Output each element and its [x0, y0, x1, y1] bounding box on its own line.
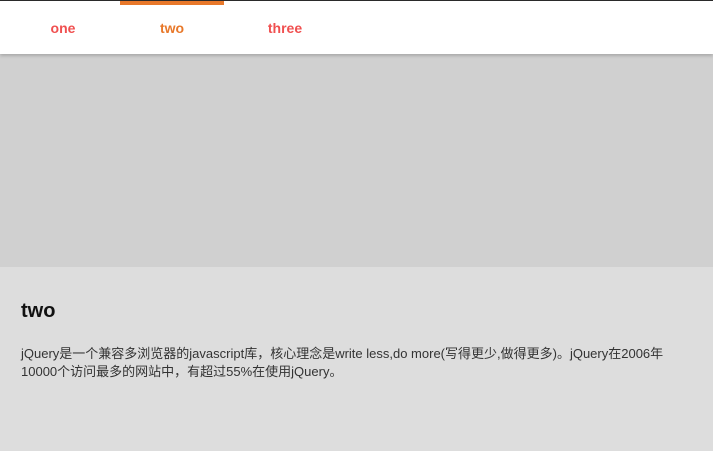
page: one two three two jQuery是一个兼容多浏览器的javasc… — [0, 0, 713, 451]
active-tab-indicator — [120, 1, 224, 5]
content-title: two — [21, 300, 56, 322]
hero-banner — [0, 54, 713, 267]
content-body-line-2: 10000个访问最多的网站中，有超过55%在使用jQuery。 — [21, 364, 343, 379]
tab-bar: one two three — [0, 1, 713, 54]
tab-one-label: one — [50, 19, 76, 36]
content-body-line-1: jQuery是一个兼容多浏览器的javascript库，核心理念是write l… — [21, 346, 664, 361]
tab-two-label: two — [159, 19, 185, 36]
tab-one[interactable]: one — [8, 1, 118, 54]
content-panel: two jQuery是一个兼容多浏览器的javascript库，核心理念是wri… — [0, 267, 713, 451]
tab-three-label: three — [267, 19, 303, 36]
content-body: jQuery是一个兼容多浏览器的javascript库，核心理念是write l… — [21, 345, 713, 381]
tab-two[interactable]: two — [120, 1, 224, 54]
tab-three[interactable]: three — [230, 1, 340, 54]
